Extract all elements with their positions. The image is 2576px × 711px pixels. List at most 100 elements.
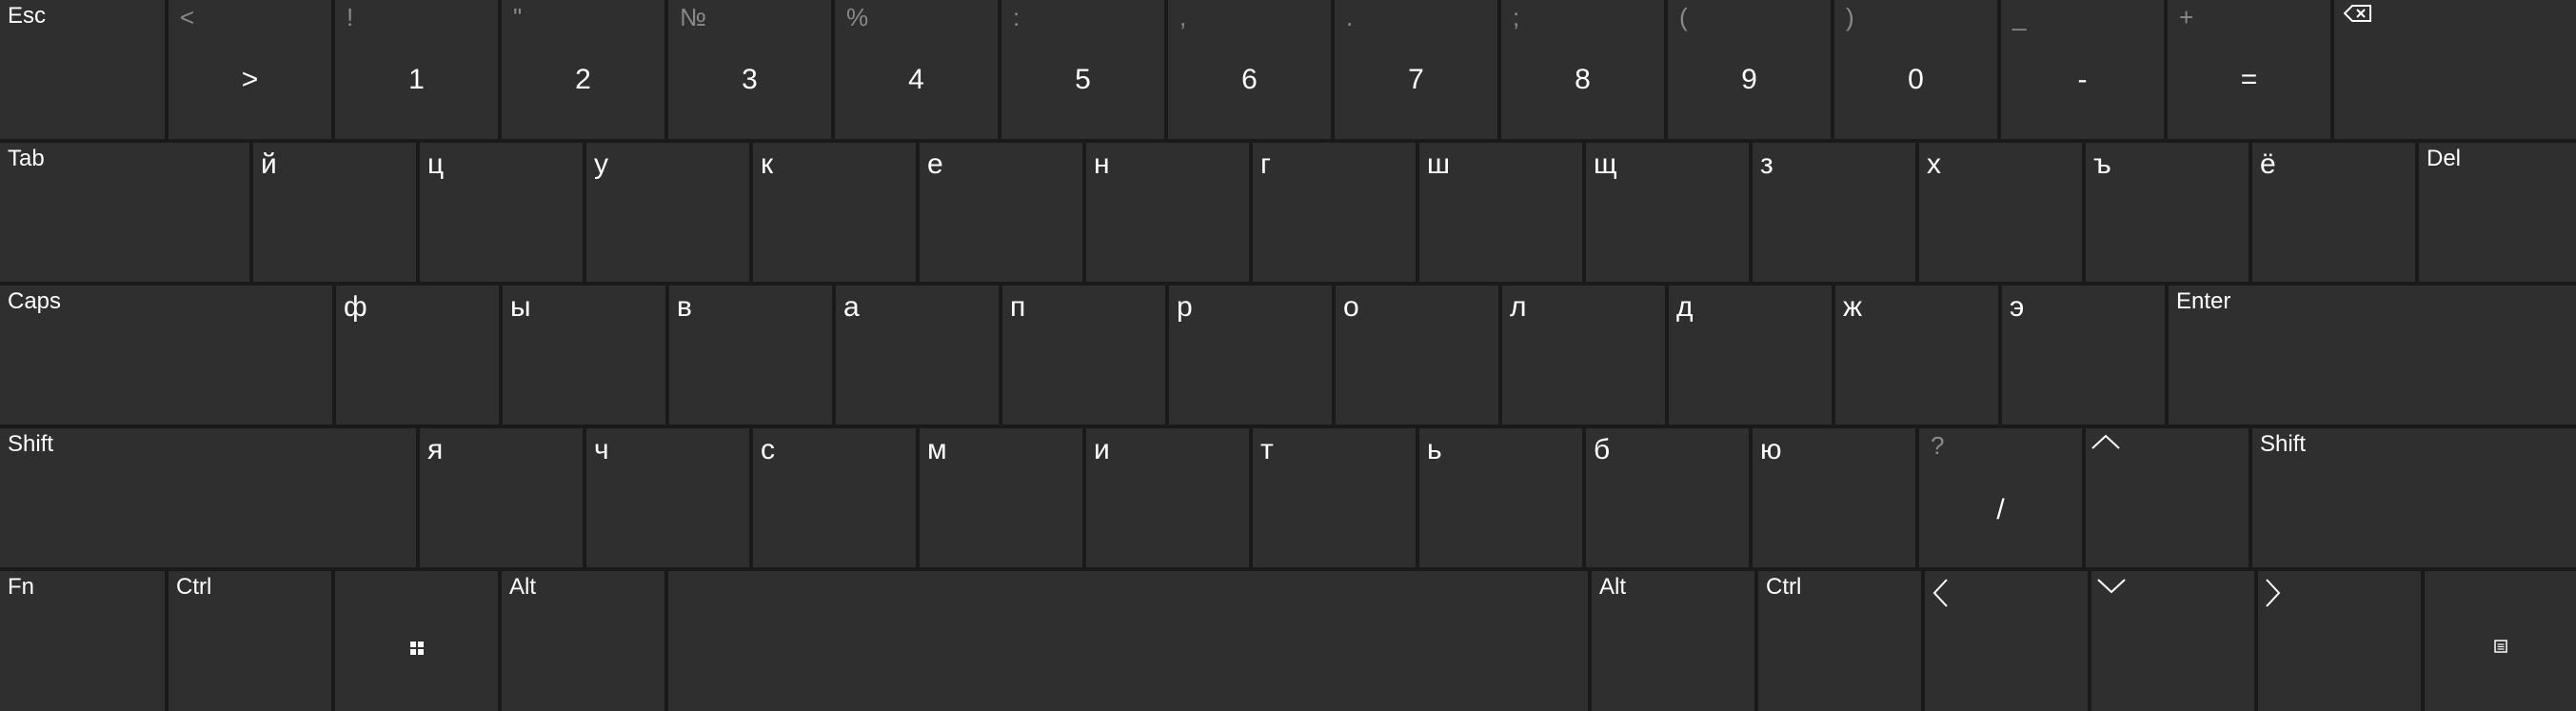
arrow-up-icon xyxy=(2091,434,2120,449)
key-letter[interactable]: ц xyxy=(420,143,583,282)
key-primary: с xyxy=(761,434,775,465)
key-primary: е xyxy=(927,148,943,180)
key-secondary: + xyxy=(2179,3,2194,31)
key-letter[interactable]: и xyxy=(1086,428,1249,567)
key-equals[interactable]: + = xyxy=(2168,0,2330,139)
key-primary: 0 xyxy=(1908,64,1924,95)
key-primary: у xyxy=(594,148,608,180)
key-primary: н xyxy=(1094,148,1110,180)
key-secondary: ( xyxy=(1679,3,1688,31)
key-primary: - xyxy=(2077,64,2088,95)
key-enter[interactable]: Enter xyxy=(2169,286,2576,425)
key-7[interactable]: . 7 xyxy=(1335,0,1497,139)
key-letter[interactable]: э xyxy=(2002,286,2165,425)
keyboard-row-numbers: Esc < > ! 1 " 2 № 3 % 4 : 5 , 6 . 7 ; 8 … xyxy=(0,0,2576,139)
key-letter[interactable]: з xyxy=(1753,143,1915,282)
key-menu[interactable] xyxy=(2425,571,2576,711)
key-secondary: < xyxy=(180,3,195,31)
key-primary: п xyxy=(1010,291,1026,323)
key-letter[interactable]: ж xyxy=(1835,286,1998,425)
key-secondary: . xyxy=(1346,3,1354,31)
key-minus[interactable]: _ - xyxy=(2001,0,2164,139)
key-letter[interactable]: ы xyxy=(503,286,665,425)
key-arrow-up[interactable] xyxy=(2086,428,2249,567)
key-primary: 1 xyxy=(408,64,425,95)
key-letter[interactable]: ч xyxy=(586,428,749,567)
key-shift-right[interactable]: Shift xyxy=(2252,428,2576,567)
key-letter[interactable]: ю xyxy=(1753,428,1915,567)
key-label: Esc xyxy=(8,3,47,29)
key-primary: ц xyxy=(427,148,445,180)
key-letter[interactable]: я xyxy=(420,428,583,567)
key-letter[interactable]: а xyxy=(836,286,999,425)
key-letter[interactable]: г xyxy=(1253,143,1416,282)
key-secondary: ) xyxy=(1846,3,1854,31)
key-8[interactable]: ; 8 xyxy=(1501,0,1664,139)
key-letter[interactable]: ъ xyxy=(2086,143,2249,282)
key-9[interactable]: ( 9 xyxy=(1668,0,1831,139)
key-primary: 3 xyxy=(742,64,758,95)
key-letter[interactable]: ё xyxy=(2252,143,2415,282)
key-caps-lock[interactable]: Caps xyxy=(0,286,332,425)
key-letter[interactable]: л xyxy=(1502,286,1665,425)
key-primary: 6 xyxy=(1241,64,1258,95)
key-arrow-left[interactable] xyxy=(1925,571,2088,711)
key-secondary: № xyxy=(680,3,706,31)
key-letter[interactable]: н xyxy=(1086,143,1249,282)
key-alt-right[interactable]: Alt xyxy=(1592,571,1754,711)
key-esc[interactable]: Esc xyxy=(0,0,165,139)
key-letter[interactable]: в xyxy=(669,286,832,425)
key-5[interactable]: : 5 xyxy=(1001,0,1164,139)
key-angle-brackets[interactable]: < > xyxy=(168,0,331,139)
key-letter[interactable]: у xyxy=(586,143,749,282)
key-letter[interactable]: о xyxy=(1336,286,1498,425)
key-3[interactable]: № 3 xyxy=(668,0,831,139)
key-space[interactable] xyxy=(668,571,1588,711)
key-letter[interactable]: б xyxy=(1586,428,1749,567)
key-alt-left[interactable]: Alt xyxy=(502,571,664,711)
key-letter[interactable]: й xyxy=(253,143,416,282)
key-arrow-down[interactable] xyxy=(2091,571,2254,711)
key-letter[interactable]: х xyxy=(1919,143,2082,282)
key-letter[interactable]: ь xyxy=(1419,428,1582,567)
key-ctrl-left[interactable]: Ctrl xyxy=(168,571,331,711)
key-slash[interactable]: ? / xyxy=(1919,428,2082,567)
key-ctrl-right[interactable]: Ctrl xyxy=(1758,571,1921,711)
key-secondary: ; xyxy=(1513,3,1520,31)
key-shift-left[interactable]: Shift xyxy=(0,428,416,567)
key-4[interactable]: % 4 xyxy=(835,0,998,139)
key-primary: ш xyxy=(1427,148,1451,180)
key-primary: ч xyxy=(594,434,609,465)
key-secondary: " xyxy=(513,3,523,31)
key-letter[interactable]: р xyxy=(1169,286,1332,425)
key-del[interactable]: Del xyxy=(2419,143,2576,282)
key-primary: ф xyxy=(344,291,367,323)
key-backspace[interactable] xyxy=(2334,0,2576,139)
key-primary: к xyxy=(761,148,774,180)
key-primary: г xyxy=(1260,148,1271,180)
key-windows[interactable] xyxy=(335,571,498,711)
key-letter[interactable]: д xyxy=(1669,286,1832,425)
key-6[interactable]: , 6 xyxy=(1168,0,1331,139)
key-arrow-right[interactable] xyxy=(2258,571,2421,711)
key-letter[interactable]: ш xyxy=(1419,143,1582,282)
key-fn[interactable]: Fn xyxy=(0,571,165,711)
key-letter[interactable]: с xyxy=(753,428,916,567)
key-letter[interactable]: п xyxy=(1002,286,1165,425)
keyboard-row-top-letters: Tab й ц у к е н г ш щ з х ъ ё Del xyxy=(0,143,2576,282)
key-letter[interactable]: ф xyxy=(336,286,499,425)
key-primary: л xyxy=(1510,291,1527,323)
key-letter[interactable]: щ xyxy=(1586,143,1749,282)
arrow-down-icon xyxy=(2097,579,2126,594)
keyboard-row-bottom-letters: Shift я ч с м и т ь б ю ? / Shift xyxy=(0,428,2576,567)
key-2[interactable]: " 2 xyxy=(502,0,664,139)
key-tab[interactable]: Tab xyxy=(0,143,249,282)
key-letter[interactable]: е xyxy=(920,143,1082,282)
arrow-right-icon xyxy=(2266,579,2281,607)
key-label: Ctrl xyxy=(176,574,212,600)
key-letter[interactable]: к xyxy=(753,143,916,282)
key-0[interactable]: ) 0 xyxy=(1834,0,1997,139)
key-letter[interactable]: м xyxy=(920,428,1082,567)
key-letter[interactable]: т xyxy=(1253,428,1416,567)
key-1[interactable]: ! 1 xyxy=(335,0,498,139)
